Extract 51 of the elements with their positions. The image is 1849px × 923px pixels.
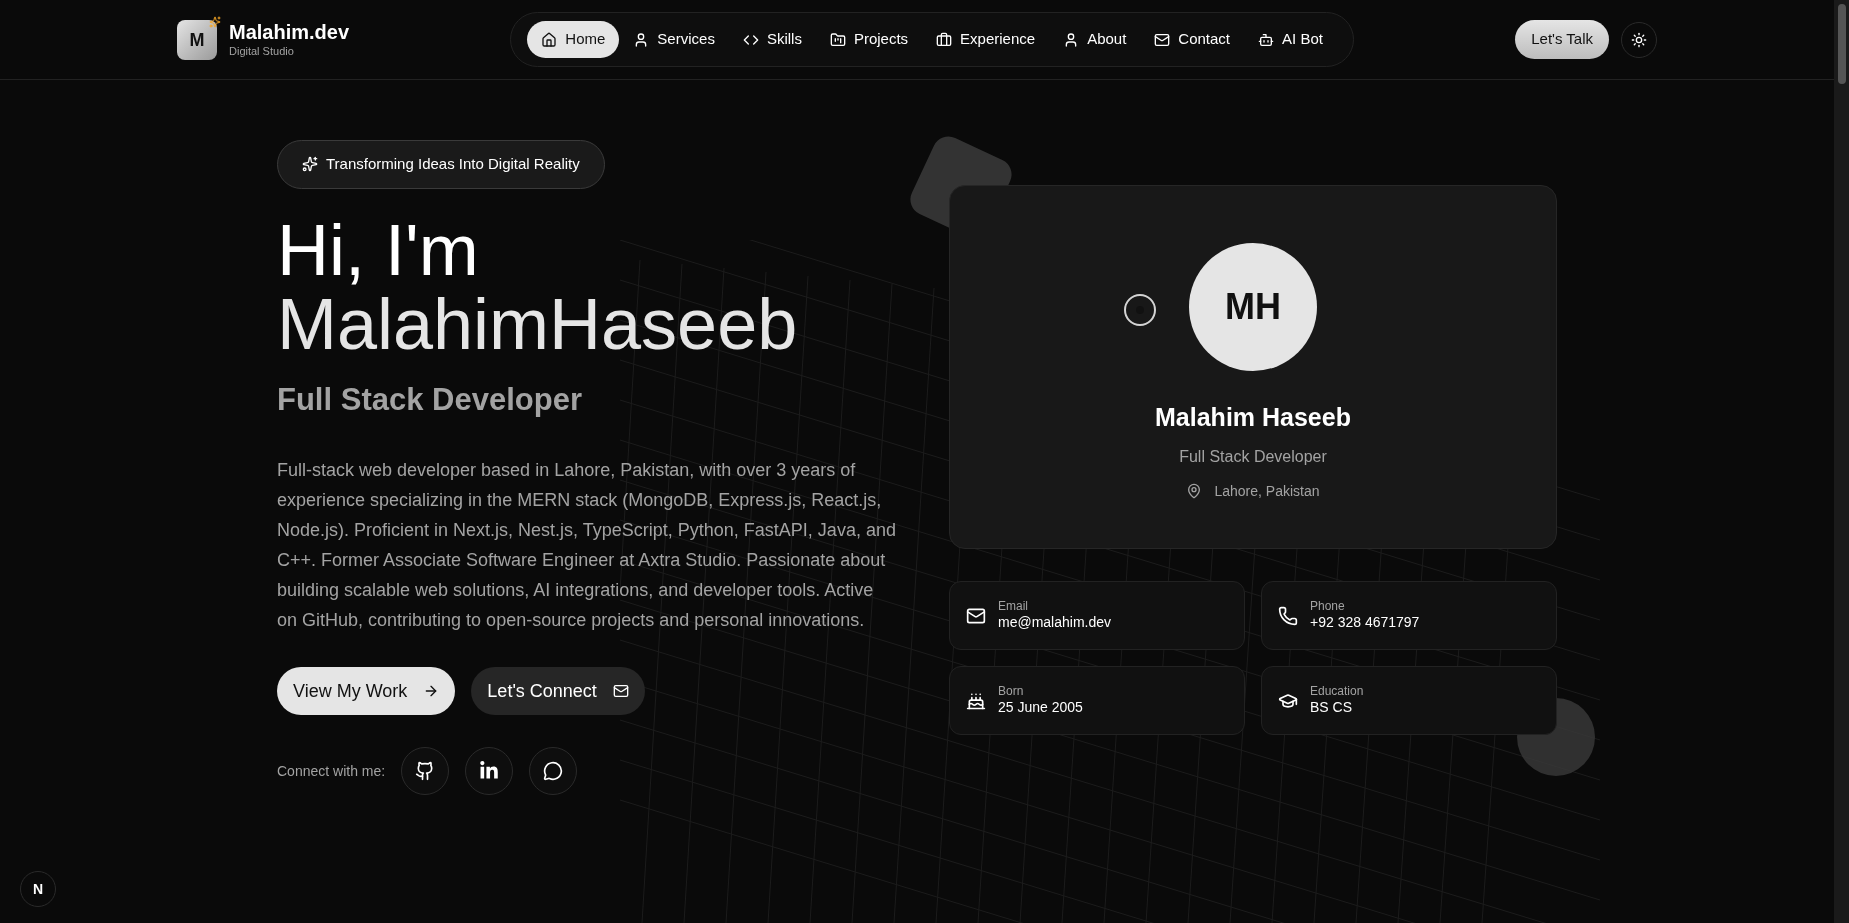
nav-link[interactable]: AI Bot (1244, 21, 1337, 58)
chat-icon (543, 761, 564, 781)
profile-name: Malahim Haseeb (1155, 402, 1351, 433)
nav-link[interactable]: Services (619, 21, 729, 58)
info-label: Born (998, 684, 1025, 700)
connect-button[interactable]: Let's Connect (471, 667, 645, 715)
info-label: Education (1310, 684, 1364, 700)
info-label: Phone (1310, 599, 1346, 615)
role-subtitle: Full Stack Developer (277, 380, 582, 419)
linkedin-icon (479, 761, 500, 781)
mail-icon (1154, 31, 1171, 48)
nav-link[interactable]: About (1049, 21, 1141, 58)
nav-link[interactable]: Contact (1140, 21, 1245, 58)
info-value: me@malahim.dev (998, 614, 1112, 632)
sparkles-icon (302, 156, 318, 173)
info-label: Email (998, 599, 1029, 615)
badge-text: Transforming Ideas Into Digital Reality (326, 154, 580, 174)
lets-talk-button[interactable]: Let's Talk (1515, 20, 1609, 59)
dev-tools-badge[interactable]: N (20, 871, 56, 907)
profile-role: Full Stack Developer (1179, 446, 1327, 467)
mail-icon (612, 683, 629, 699)
logo-mark[interactable]: M (177, 19, 217, 60)
avatar: MH (1189, 243, 1317, 371)
connect-label: Connect with me: (277, 761, 386, 781)
social-link[interactable] (465, 747, 514, 795)
view-work-button[interactable]: View My Work (277, 667, 456, 715)
brand-tagline: Digital Studio (229, 45, 295, 59)
map-pin-icon (1186, 483, 1203, 499)
greeting-heading: Hi, I'm (277, 212, 480, 287)
nav-link[interactable]: Projects (815, 21, 923, 58)
scrollbar[interactable] (1834, 0, 1849, 923)
ring-icon (1124, 294, 1156, 326)
nav-link[interactable]: Home (527, 21, 620, 58)
info-value: BS CS (1310, 699, 1353, 717)
bio-paragraph: Full-stack web developer based in Lahore, Pakistan, with over 3 years of experience specializing in the MERN stack (MongoDB, Express.js, React.js, Node.js). Proficient in Next.js, Nest.js, TypeScript, Python, FastAPI, Java, and C++. Former Associate Software Engineer at Axtra Studio. Passionate about building scalable web solutions, AI integrations, and developer tools. Active on GitHub, contributing to open-source projects and personal innovations. (277, 459, 897, 632)
folder-icon (829, 31, 846, 48)
briefcase-icon (936, 31, 953, 48)
brand-name: Malahim.dev (229, 20, 350, 46)
phone-icon (1278, 605, 1298, 626)
robot-icon (1258, 31, 1275, 48)
home-icon (541, 31, 558, 48)
social-link[interactable] (529, 747, 578, 795)
info-value: +92 328 4671797 (1310, 614, 1420, 632)
sun-icon (1631, 31, 1647, 48)
sparkle-icon (209, 15, 221, 28)
social-link[interactable] (401, 747, 450, 795)
profile-location: Lahore, Pakistan (1214, 481, 1320, 501)
name-heading: MalahimHaseeb (277, 286, 798, 361)
nav-link[interactable]: Skills (728, 21, 816, 58)
nav-link[interactable]: Experience (922, 21, 1050, 58)
info-value: 25 June 2005 (998, 699, 1083, 717)
